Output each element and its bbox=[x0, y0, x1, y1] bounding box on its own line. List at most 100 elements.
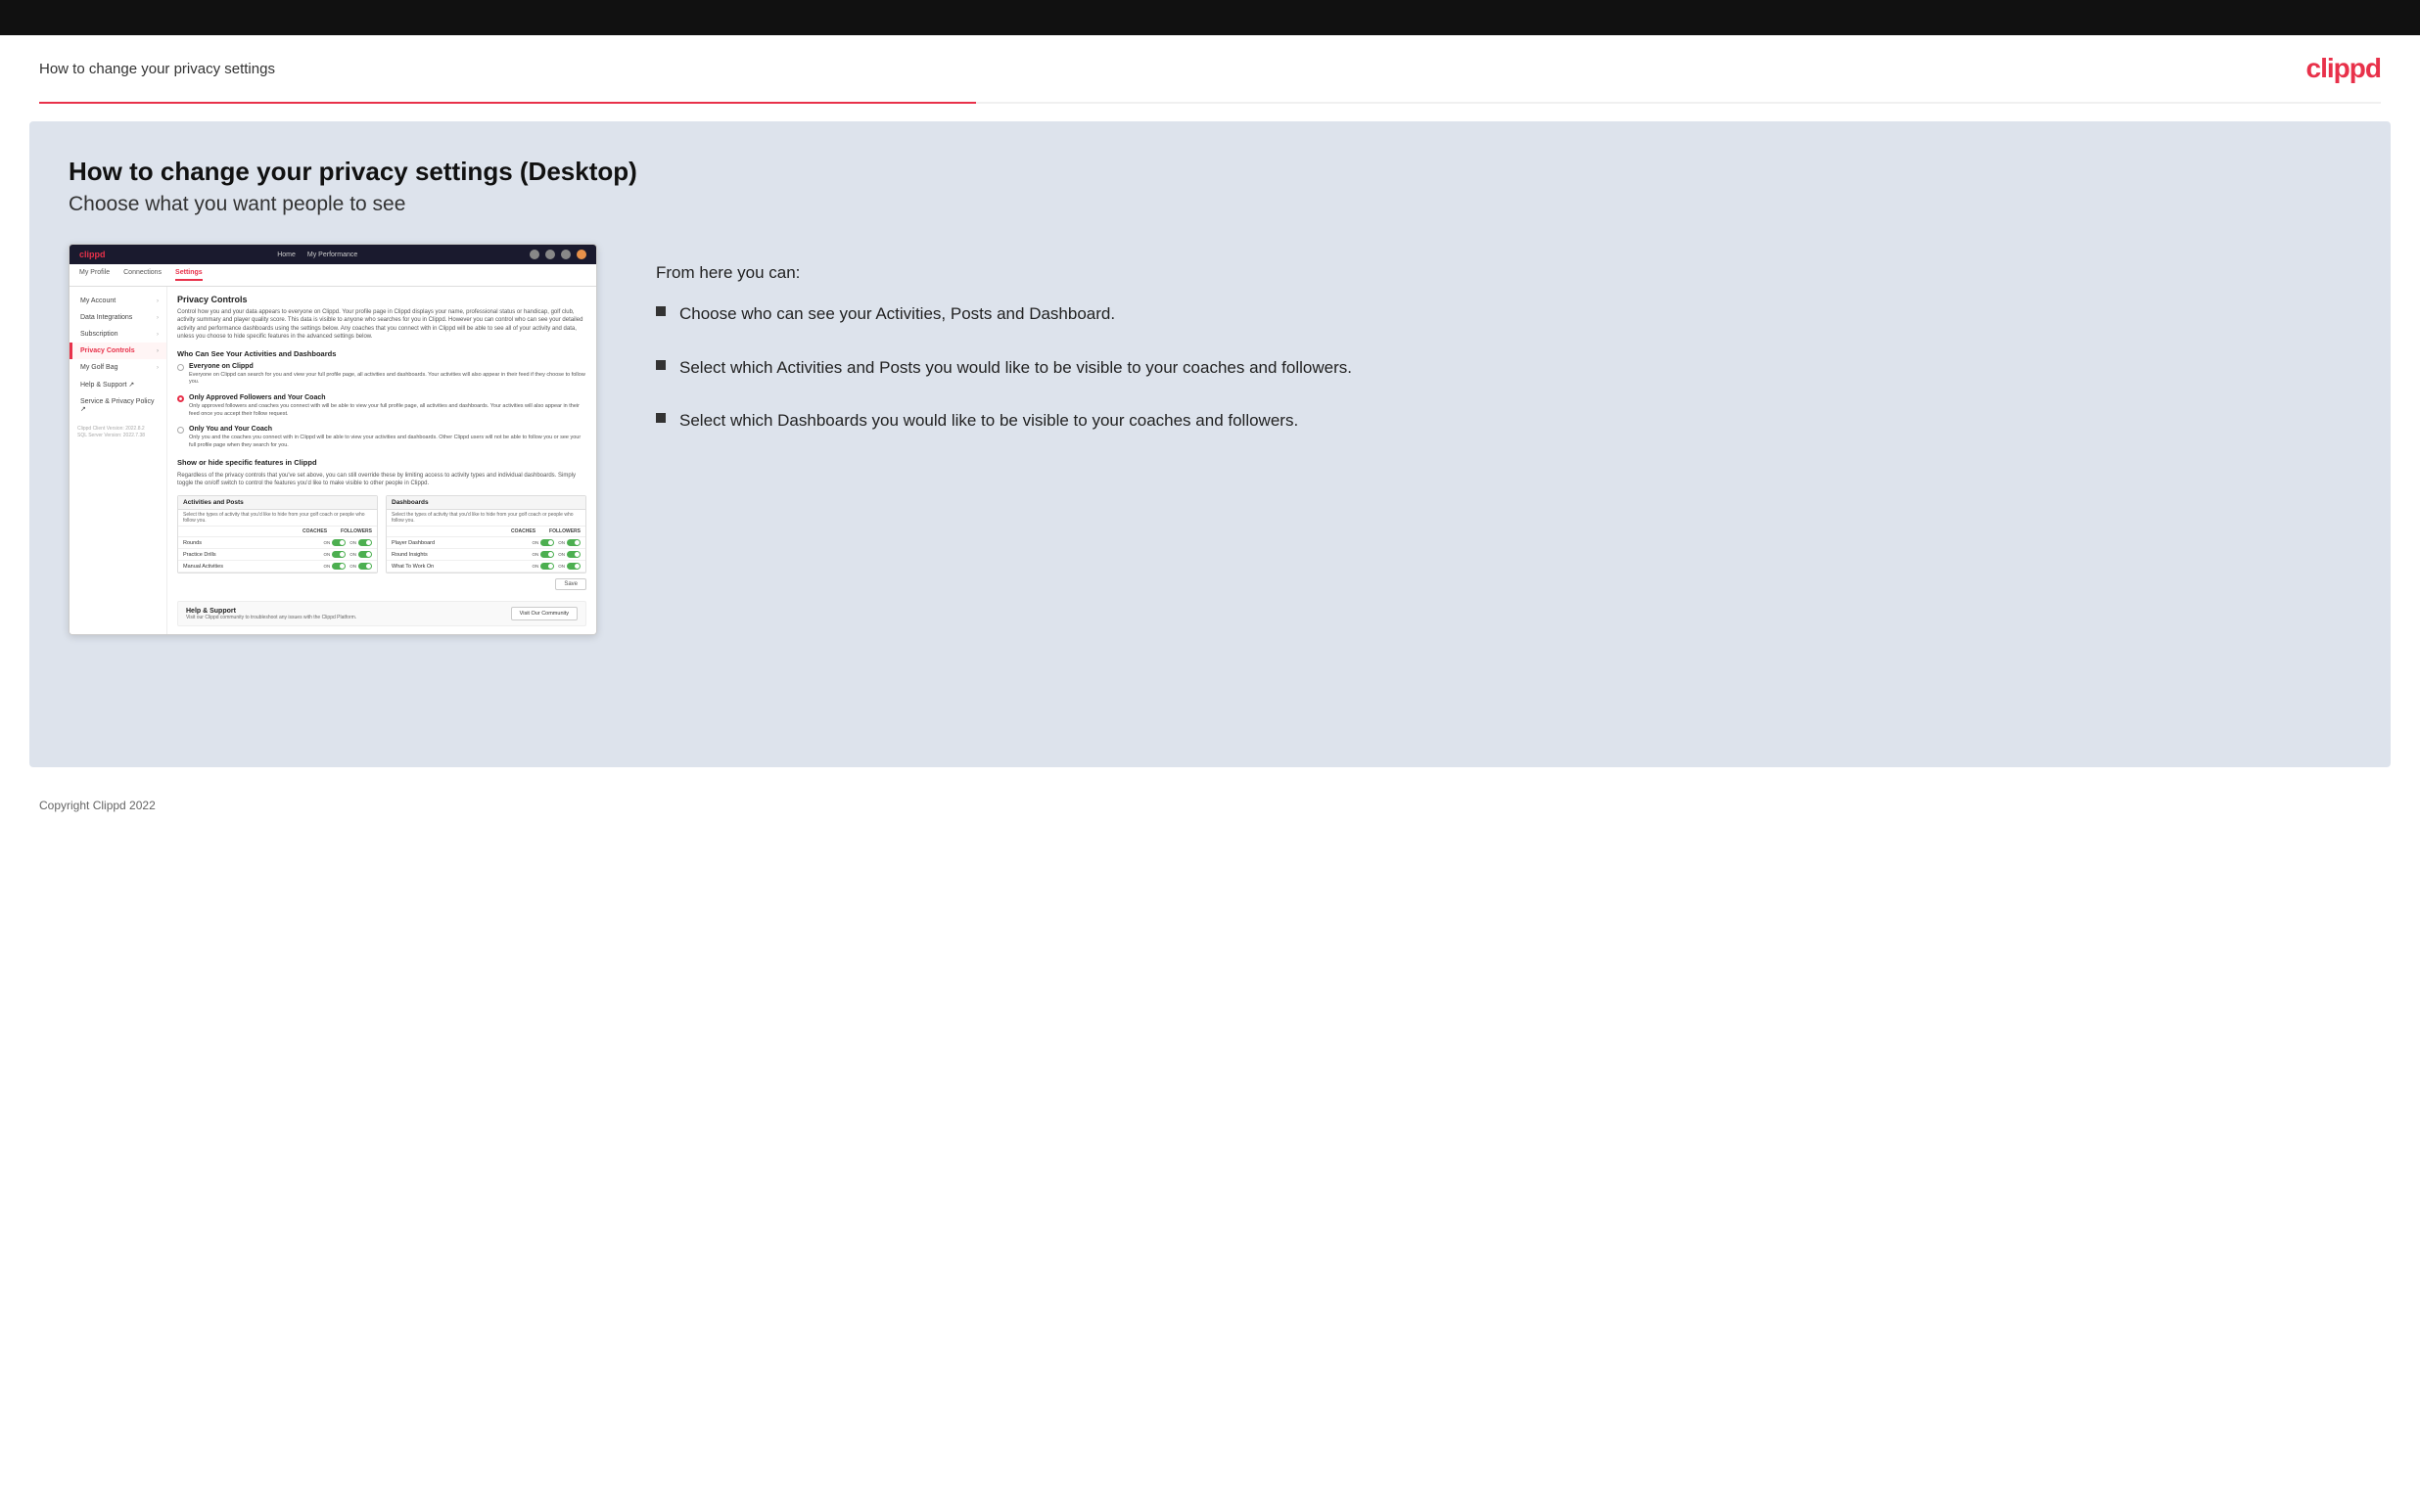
mock-nav-performance: My Performance bbox=[307, 252, 357, 258]
mock-section-title: Privacy Controls bbox=[177, 295, 586, 304]
mock-save-button[interactable]: Save bbox=[555, 578, 586, 590]
mock-sidebar-version: Clippd Client Version: 2022.8.2SQL Serve… bbox=[70, 418, 166, 447]
from-here-label: From here you can: bbox=[656, 263, 2351, 283]
header: How to change your privacy settings clip… bbox=[0, 35, 2420, 102]
mock-insights-coaches-toggle bbox=[540, 551, 554, 558]
chevron-right-icon: › bbox=[157, 315, 159, 321]
bullet-square-2 bbox=[656, 360, 666, 370]
mock-show-hide-desc: Regardless of the privacy controls that … bbox=[177, 472, 586, 488]
mock-sidebar-help-support: Help & Support ↗ bbox=[70, 376, 166, 393]
header-title: How to change your privacy settings bbox=[39, 61, 275, 77]
mock-subnav-profile: My Profile bbox=[79, 269, 110, 281]
bullet-text-3: Select which Dashboards you would like t… bbox=[679, 409, 1298, 434]
page-heading: How to change your privacy settings (Des… bbox=[69, 157, 2351, 187]
mock-player-followers-toggle bbox=[567, 539, 581, 546]
mock-insights-followers-toggle bbox=[567, 551, 581, 558]
mock-show-hide-title: Show or hide specific features in Clippd bbox=[177, 458, 586, 467]
bullet-text-1: Choose who can see your Activities, Post… bbox=[679, 302, 1115, 327]
copyright: Copyright Clippd 2022 bbox=[39, 799, 156, 812]
mock-nav-home: Home bbox=[277, 252, 296, 258]
header-divider bbox=[39, 102, 2381, 104]
mock-radio-only-you-desc: Only you and the coaches you connect wit… bbox=[189, 435, 586, 449]
mock-drills-followers-toggle bbox=[358, 551, 372, 558]
mock-sidebar-data-integrations: Data Integrations › bbox=[70, 309, 166, 326]
mock-sidebar-golf-bag: My Golf Bag › bbox=[70, 359, 166, 376]
chevron-right-icon: › bbox=[157, 298, 159, 304]
mock-radio-approved: Only Approved Followers and Your Coach O… bbox=[177, 394, 586, 418]
mock-help-section: Help & Support Visit our Clippd communit… bbox=[177, 601, 586, 626]
mock-work-followers-toggle bbox=[567, 563, 581, 570]
logo: clippd bbox=[2306, 53, 2381, 84]
mock-logo: clippd bbox=[79, 250, 106, 259]
mock-dashboard-row-work-on: What To Work On ON ON bbox=[387, 561, 585, 573]
mock-subnav-connections: Connections bbox=[123, 269, 162, 281]
chevron-right-icon: › bbox=[157, 332, 159, 338]
mock-sidebar: My Account › Data Integrations › Subscri… bbox=[70, 287, 167, 634]
mock-activity-row-drills: Practice Drills ON ON bbox=[178, 549, 377, 561]
mock-sidebar-privacy-controls: Privacy Controls › bbox=[70, 343, 166, 359]
mock-activities-table-header: Activities and Posts bbox=[178, 496, 377, 510]
mock-save-row: Save bbox=[177, 573, 586, 595]
mock-help-desc: Visit our Clippd community to troublesho… bbox=[186, 615, 356, 620]
mock-search-icon bbox=[530, 250, 539, 259]
mock-dashboards-col-headers: COACHES FOLLOWERS bbox=[387, 527, 585, 537]
mock-dashboards-table-header: Dashboards bbox=[387, 496, 585, 510]
mock-radio-everyone-input bbox=[177, 364, 184, 371]
mock-subnav: My Profile Connections Settings bbox=[70, 264, 596, 287]
mock-section-desc: Control how you and your data appears to… bbox=[177, 308, 586, 342]
mock-radio-only-you: Only You and Your Coach Only you and the… bbox=[177, 426, 586, 449]
mock-dashboard-row-insights: Round Insights ON ON bbox=[387, 549, 585, 561]
mock-rounds-followers-toggle bbox=[358, 539, 372, 546]
mock-user-icon bbox=[545, 250, 555, 259]
mock-sidebar-privacy-policy: Service & Privacy Policy ↗ bbox=[70, 393, 166, 418]
mock-radio-everyone: Everyone on Clippd Everyone on Clippd ca… bbox=[177, 363, 586, 387]
mock-panel: Privacy Controls Control how you and you… bbox=[167, 287, 596, 634]
chevron-right-icon: › bbox=[157, 348, 159, 354]
bullet-square-1 bbox=[656, 306, 666, 316]
mock-radio-only-you-label: Only You and Your Coach bbox=[189, 426, 586, 433]
mock-activities-table: Activities and Posts Select the types of… bbox=[177, 495, 378, 573]
mock-radio-approved-label: Only Approved Followers and Your Coach bbox=[189, 394, 586, 401]
bullet-item-1: Choose who can see your Activities, Post… bbox=[656, 302, 2351, 327]
mock-radio-approved-input bbox=[177, 395, 184, 402]
chevron-right-icon: › bbox=[157, 365, 159, 371]
mock-visit-community-button[interactable]: Visit Our Community bbox=[511, 607, 578, 620]
top-bar bbox=[0, 0, 2420, 35]
mock-activities-table-desc: Select the types of activity that you'd … bbox=[178, 510, 377, 527]
mock-activity-row-manual: Manual Activities ON ON bbox=[178, 561, 377, 573]
mock-rounds-coaches-toggle bbox=[332, 539, 346, 546]
mock-radio-approved-desc: Only approved followers and coaches you … bbox=[189, 403, 586, 418]
mock-radio-everyone-desc: Everyone on Clippd can search for you an… bbox=[189, 372, 586, 387]
screenshot-mockup: clippd Home My Performance My Profile Co… bbox=[69, 244, 597, 635]
main-content: How to change your privacy settings (Des… bbox=[29, 121, 2391, 767]
footer: Copyright Clippd 2022 bbox=[0, 785, 2420, 826]
mock-work-coaches-toggle bbox=[540, 563, 554, 570]
bullet-list: Choose who can see your Activities, Post… bbox=[656, 302, 2351, 434]
mock-nav-icons bbox=[530, 250, 586, 259]
mock-activity-row-rounds: Rounds ON ON bbox=[178, 537, 377, 549]
mock-settings-icon bbox=[561, 250, 571, 259]
mock-topnav: clippd Home My Performance bbox=[70, 245, 596, 264]
mock-manual-coaches-toggle bbox=[332, 563, 346, 570]
bullet-text-2: Select which Activities and Posts you wo… bbox=[679, 356, 1352, 381]
mock-avatar-icon bbox=[577, 250, 586, 259]
mock-dashboard-row-player: Player Dashboard ON ON bbox=[387, 537, 585, 549]
mock-manual-followers-toggle bbox=[358, 563, 372, 570]
mock-activities-col-headers: COACHES FOLLOWERS bbox=[178, 527, 377, 537]
mock-tables: Activities and Posts Select the types of… bbox=[177, 495, 586, 573]
bullets-section: From here you can: Choose who can see yo… bbox=[656, 244, 2351, 463]
mock-sidebar-my-account: My Account › bbox=[70, 293, 166, 309]
content-layout: clippd Home My Performance My Profile Co… bbox=[69, 244, 2351, 635]
bullet-item-3: Select which Dashboards you would like t… bbox=[656, 409, 2351, 434]
mock-who-can-see-title: Who Can See Your Activities and Dashboar… bbox=[177, 349, 586, 358]
page-subheading: Choose what you want people to see bbox=[69, 193, 2351, 216]
mock-body: My Account › Data Integrations › Subscri… bbox=[70, 287, 596, 634]
mock-dashboards-table-desc: Select the types of activity that you'd … bbox=[387, 510, 585, 527]
mock-subnav-settings: Settings bbox=[175, 269, 203, 281]
mock-drills-coaches-toggle bbox=[332, 551, 346, 558]
bullet-item-2: Select which Activities and Posts you wo… bbox=[656, 356, 2351, 381]
bullet-square-3 bbox=[656, 413, 666, 423]
mock-sidebar-subscription: Subscription › bbox=[70, 326, 166, 343]
mock-radio-everyone-label: Everyone on Clippd bbox=[189, 363, 586, 370]
mock-radio-only-you-input bbox=[177, 427, 184, 434]
